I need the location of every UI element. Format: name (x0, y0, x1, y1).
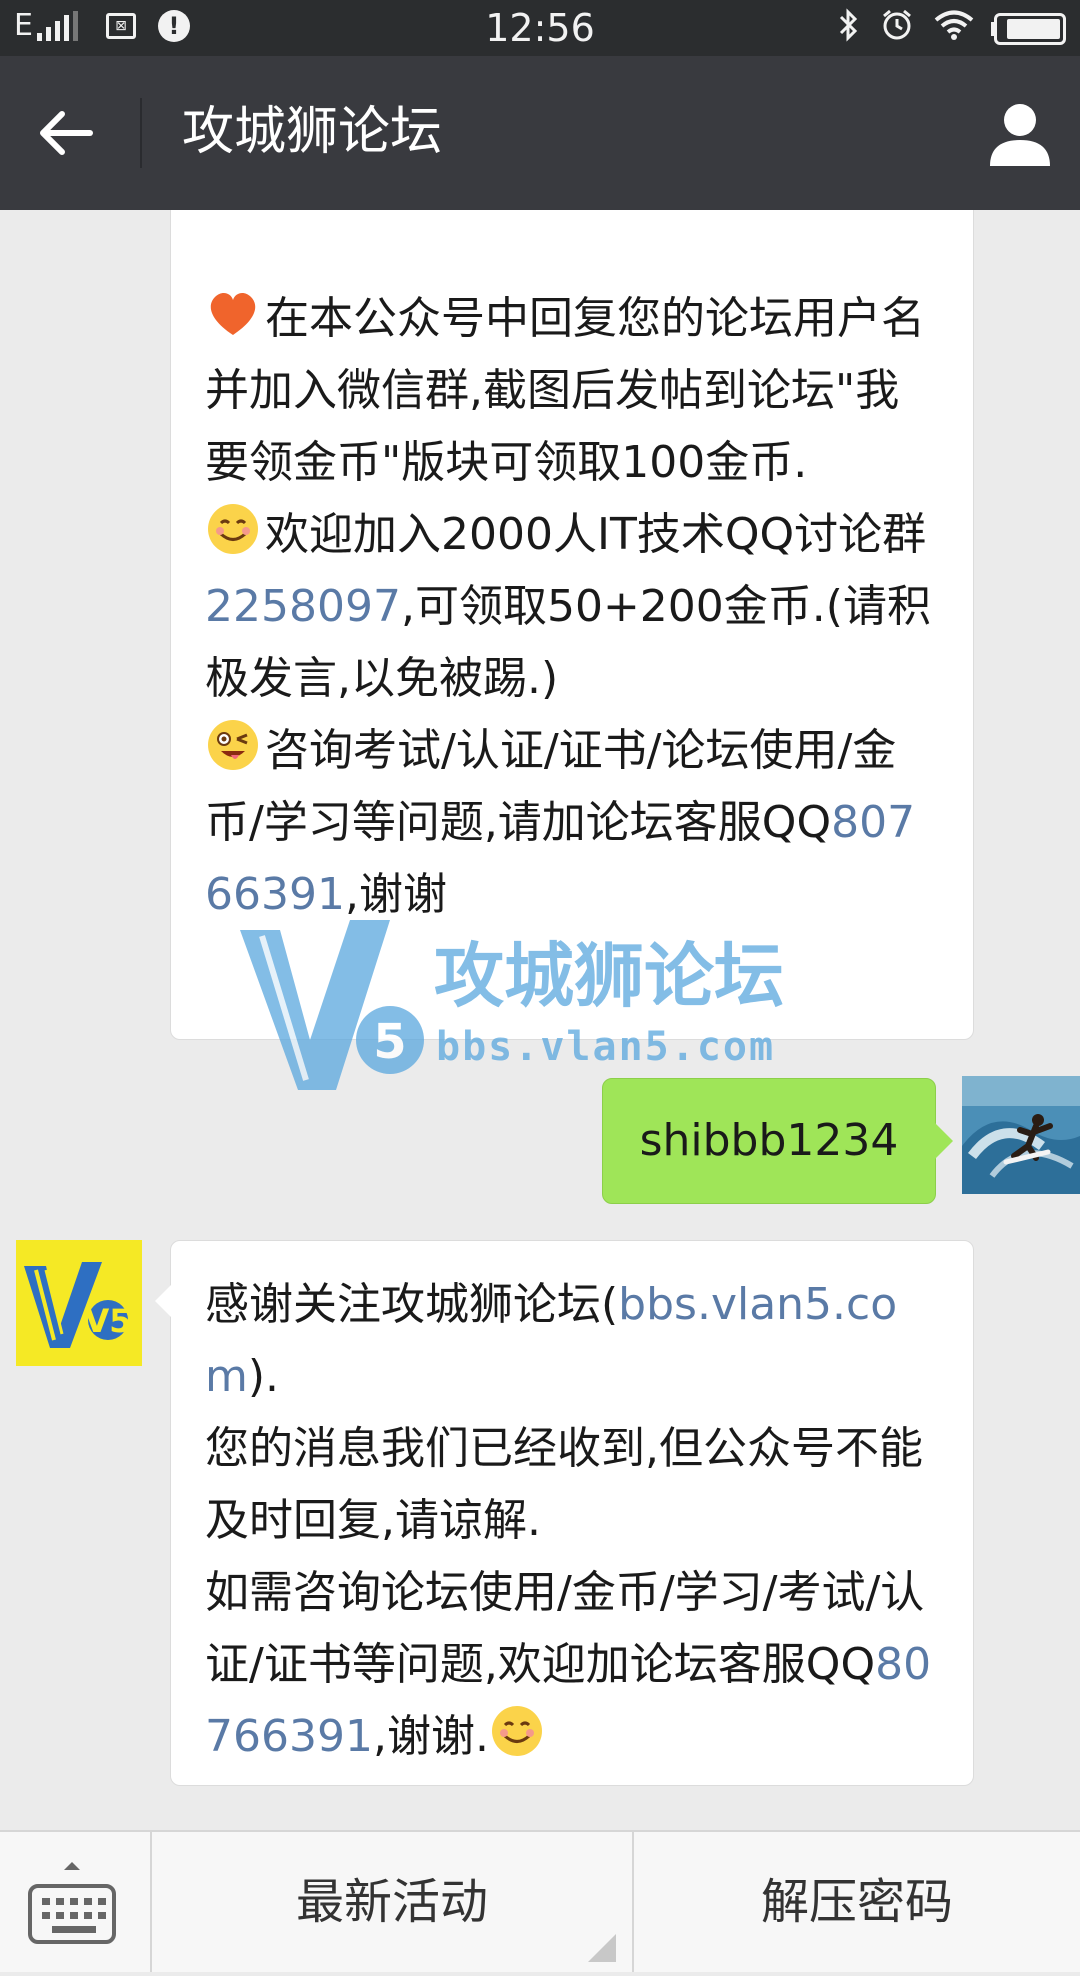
battery-icon (994, 13, 1066, 45)
wifi-icon (934, 9, 974, 49)
wink-emoji-icon (208, 720, 258, 770)
message-paragraph: 感谢关注攻城狮论坛(bbs.vlan5.com). (205, 1279, 898, 1402)
status-right (838, 8, 1066, 50)
keyboard-icon (28, 1862, 116, 1944)
surfer-avatar-image (962, 1076, 1080, 1194)
back-arrow-icon (40, 111, 93, 155)
svg-text:V5: V5 (84, 1302, 131, 1340)
person-icon (990, 104, 1050, 166)
message-bubble-received[interactable]: 在本公众号中回复您的论坛用户名并加入微信群,截图后发帖到论坛"我要领金币"版块可… (170, 210, 974, 1040)
status-bar: E ⊠ ! 12:56 (0, 0, 1080, 56)
message-bubble-sent[interactable]: shibbb1234 (602, 1078, 953, 1204)
smile-emoji-icon (208, 504, 258, 554)
keyboard-toggle-button[interactable] (0, 1832, 152, 1972)
profile-button[interactable] (982, 96, 1058, 172)
title-bar: 攻城狮论坛 (0, 56, 1080, 210)
message-paragraph: 欢迎加入2000人IT技术QQ讨论群2258097,可领取50+200金币.(请… (205, 499, 939, 715)
heart-emoji-icon (210, 293, 256, 335)
message-paragraph: 您的消息我们已经收到,但公众号不能及时回复,请谅解. (205, 1423, 923, 1546)
submenu-indicator-icon (588, 1934, 616, 1962)
custom-menu-bar: 最新活动 解压密码 (0, 1830, 1080, 1972)
v5-logo-icon: V5 (16, 1240, 142, 1366)
alarm-icon (880, 8, 914, 50)
message-paragraph: 如需咨询论坛使用/金币/学习/考试/认证/证书等问题,欢迎加论坛客服QQ8076… (205, 1567, 932, 1762)
qq-group-link[interactable]: 2258097 (205, 581, 401, 632)
chat-area[interactable]: 在本公众号中回复您的论坛用户名并加入微信群,截图后发帖到论坛"我要领金币"版块可… (0, 210, 1080, 1830)
title-divider (140, 98, 142, 168)
message-paragraph: 咨询考试/认证/证书/论坛使用/金币/学习等问题,请加论坛客服QQ8076639… (205, 715, 939, 931)
message-paragraph: 在本公众号中回复您的论坛用户名并加入微信群,截图后发帖到论坛"我要领金币"版块可… (205, 283, 939, 499)
menu-latest-activities[interactable]: 最新活动 (152, 1832, 632, 1972)
message-bubble-received[interactable]: 感谢关注攻城狮论坛(bbs.vlan5.com). 您的消息我们已经收到,但公众… (155, 1240, 974, 1786)
back-button[interactable] (30, 96, 104, 170)
page-title: 攻城狮论坛 (182, 102, 443, 162)
my-avatar[interactable] (962, 1076, 1080, 1194)
menu-unzip-password[interactable]: 解压密码 (632, 1832, 1080, 1972)
bluetooth-icon (838, 8, 860, 50)
smile-emoji-icon (491, 1706, 542, 1756)
sent-message-text: shibbb1234 (639, 1115, 899, 1166)
official-account-avatar[interactable]: V5 (16, 1240, 142, 1366)
